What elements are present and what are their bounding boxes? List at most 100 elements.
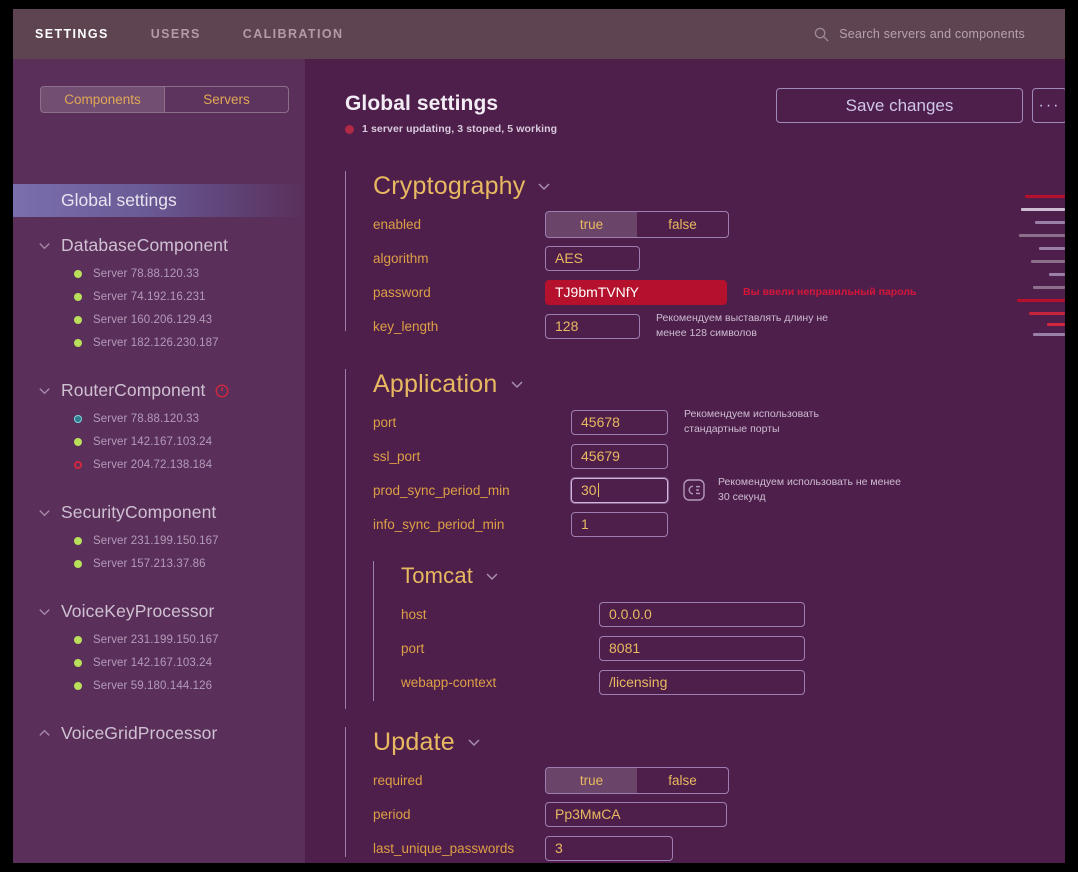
segment-components[interactable]: Components xyxy=(41,87,164,112)
chevron-down-icon[interactable] xyxy=(37,383,52,398)
status-dot-up-icon xyxy=(74,316,82,324)
server-label: Server 59.180.144.126 xyxy=(93,680,212,692)
server-label: Server 182.126.230.187 xyxy=(93,337,219,349)
config-list-icon[interactable] xyxy=(682,478,706,502)
info-sync-period-input[interactable]: 1 xyxy=(571,512,668,537)
status-dot-up-icon xyxy=(74,659,82,667)
toggle-option-true[interactable]: true xyxy=(546,768,637,793)
key-length-input[interactable]: 128 xyxy=(545,314,640,339)
server-label: Server 157.213.37.86 xyxy=(93,558,206,570)
tab-settings[interactable]: SETTINGS xyxy=(35,27,109,41)
period-input[interactable]: Pp3MмCA xyxy=(545,802,727,827)
field-label: host xyxy=(401,607,599,622)
list-item[interactable]: Server 231.199.150.167 xyxy=(13,628,305,651)
tab-calibration[interactable]: CALIBRATION xyxy=(243,27,344,41)
tree-group-header[interactable]: VoiceGridProcessor xyxy=(13,717,305,750)
section-header-update[interactable]: Update xyxy=(345,721,1065,763)
status-dot-up-icon xyxy=(74,560,82,568)
chevron-down-icon[interactable] xyxy=(37,604,52,619)
list-item[interactable]: Server 142.167.103.24 xyxy=(13,651,305,674)
field-label: ssl_port xyxy=(373,449,571,464)
edge-bar xyxy=(1029,312,1065,315)
top-navigation-bar: SETTINGS USERS CALIBRATION Search server… xyxy=(13,9,1065,59)
tomcat-webapp-context-input[interactable]: /licensing xyxy=(599,670,805,695)
list-item[interactable]: Server 78.88.120.33 xyxy=(13,262,305,285)
search-input[interactable]: Search servers and components xyxy=(839,27,1025,41)
password-input[interactable]: TJ9bmTVNfY xyxy=(545,280,727,305)
server-label: Server 231.199.150.167 xyxy=(93,535,219,547)
toggle-option-true[interactable]: true xyxy=(546,212,637,237)
toggle-option-false[interactable]: false xyxy=(637,768,728,793)
tomcat-port-input[interactable]: 8081 xyxy=(599,636,805,661)
edge-bar xyxy=(1039,247,1065,250)
sidebar-view-toggle[interactable]: Components Servers xyxy=(40,86,289,113)
chevron-down-icon[interactable] xyxy=(37,505,52,520)
tree-group-routercomponent: RouterComponent Server 78.88.120.33 Serv… xyxy=(13,374,305,476)
port-input[interactable]: 45678 xyxy=(571,410,668,435)
algorithm-input[interactable]: AES xyxy=(545,246,640,271)
list-item[interactable]: Server 231.199.150.167 xyxy=(13,529,305,552)
chevron-down-icon[interactable] xyxy=(466,734,482,750)
list-item[interactable]: Server 59.180.144.126 xyxy=(13,674,305,697)
tomcat-host-input[interactable]: 0.0.0.0 xyxy=(599,602,805,627)
edge-bar xyxy=(1019,234,1065,237)
section-header-application[interactable]: Application xyxy=(345,363,1065,405)
sidebar-item-label: Global settings xyxy=(61,190,177,211)
chevron-down-icon[interactable] xyxy=(509,376,525,392)
section-application: Application port 45678 Рекомендуем испол… xyxy=(345,363,1065,699)
list-item[interactable]: Server 142.167.103.24 xyxy=(13,430,305,453)
tree-group-header[interactable]: RouterComponent xyxy=(13,374,305,407)
edge-bar xyxy=(1021,208,1065,211)
section-rule xyxy=(345,171,346,331)
list-item[interactable]: Server 204.72.138.184 xyxy=(13,453,305,476)
section-title: Update xyxy=(373,728,455,757)
field-required: required true false xyxy=(345,763,1065,797)
tree-group-header[interactable]: VoiceKeyProcessor xyxy=(13,595,305,628)
toggle-enabled[interactable]: true false xyxy=(545,211,729,238)
toggle-required[interactable]: true false xyxy=(545,767,729,794)
status-dot-stop-icon xyxy=(74,461,82,469)
field-enabled: enabled true false xyxy=(345,207,1065,241)
tree-group-voicekeyprocessor: VoiceKeyProcessor Server 231.199.150.167… xyxy=(13,595,305,697)
more-options-button[interactable]: ··· xyxy=(1032,88,1065,123)
tree-group-header[interactable]: DatabaseComponent xyxy=(13,229,305,262)
section-header-tomcat[interactable]: Tomcat xyxy=(373,555,1065,597)
list-item[interactable]: Server 157.213.37.86 xyxy=(13,552,305,575)
ssl-port-input[interactable]: 45679 xyxy=(571,444,668,469)
search-icon xyxy=(814,27,829,42)
section-header-cryptography[interactable]: Cryptography xyxy=(345,165,1065,207)
status-dot-up-icon xyxy=(74,636,82,644)
server-label: Server 231.199.150.167 xyxy=(93,634,219,646)
field-label: port xyxy=(373,415,571,430)
server-label: Server 78.88.120.33 xyxy=(93,268,199,280)
sidebar-item-global-settings[interactable]: Global settings xyxy=(13,184,305,217)
field-tomcat-webapp-context: webapp-context /licensing xyxy=(373,665,1065,699)
field-label: key_length xyxy=(373,319,545,334)
list-item[interactable]: Server 182.126.230.187 xyxy=(13,331,305,354)
field-label: password xyxy=(373,285,545,300)
status-dot-up-icon xyxy=(74,339,82,347)
tab-users[interactable]: USERS xyxy=(151,27,201,41)
list-item[interactable]: Server 74.192.16.231 xyxy=(13,285,305,308)
chevron-down-icon[interactable] xyxy=(37,238,52,253)
save-changes-button[interactable]: Save changes xyxy=(776,88,1023,123)
search-box[interactable]: Search servers and components xyxy=(814,9,1025,59)
list-item[interactable]: Server 78.88.120.33 xyxy=(13,407,305,430)
tree-group-label: SecurityComponent xyxy=(61,502,216,523)
page-header: Global settings 1 server updating, 3 sto… xyxy=(345,92,557,135)
spacer xyxy=(13,700,305,717)
tree-group-header[interactable]: SecurityComponent xyxy=(13,496,305,529)
chevron-up-icon[interactable] xyxy=(37,726,52,741)
chevron-down-icon[interactable] xyxy=(484,568,500,584)
last-unique-passwords-input[interactable]: 3 xyxy=(545,836,673,861)
field-label: port xyxy=(401,641,599,656)
toggle-option-false[interactable]: false xyxy=(637,212,728,237)
list-item[interactable]: Server 160.206.129.43 xyxy=(13,308,305,331)
segment-servers[interactable]: Servers xyxy=(164,87,288,112)
spacer xyxy=(13,578,305,595)
field-label: prod_sync_period_min xyxy=(373,483,571,498)
prod-sync-period-input[interactable]: 30 xyxy=(571,478,668,503)
app-window: SETTINGS USERS CALIBRATION Search server… xyxy=(13,9,1065,863)
section-update: Update required true false period Pp3MмC… xyxy=(345,721,1065,863)
chevron-down-icon[interactable] xyxy=(536,178,552,194)
